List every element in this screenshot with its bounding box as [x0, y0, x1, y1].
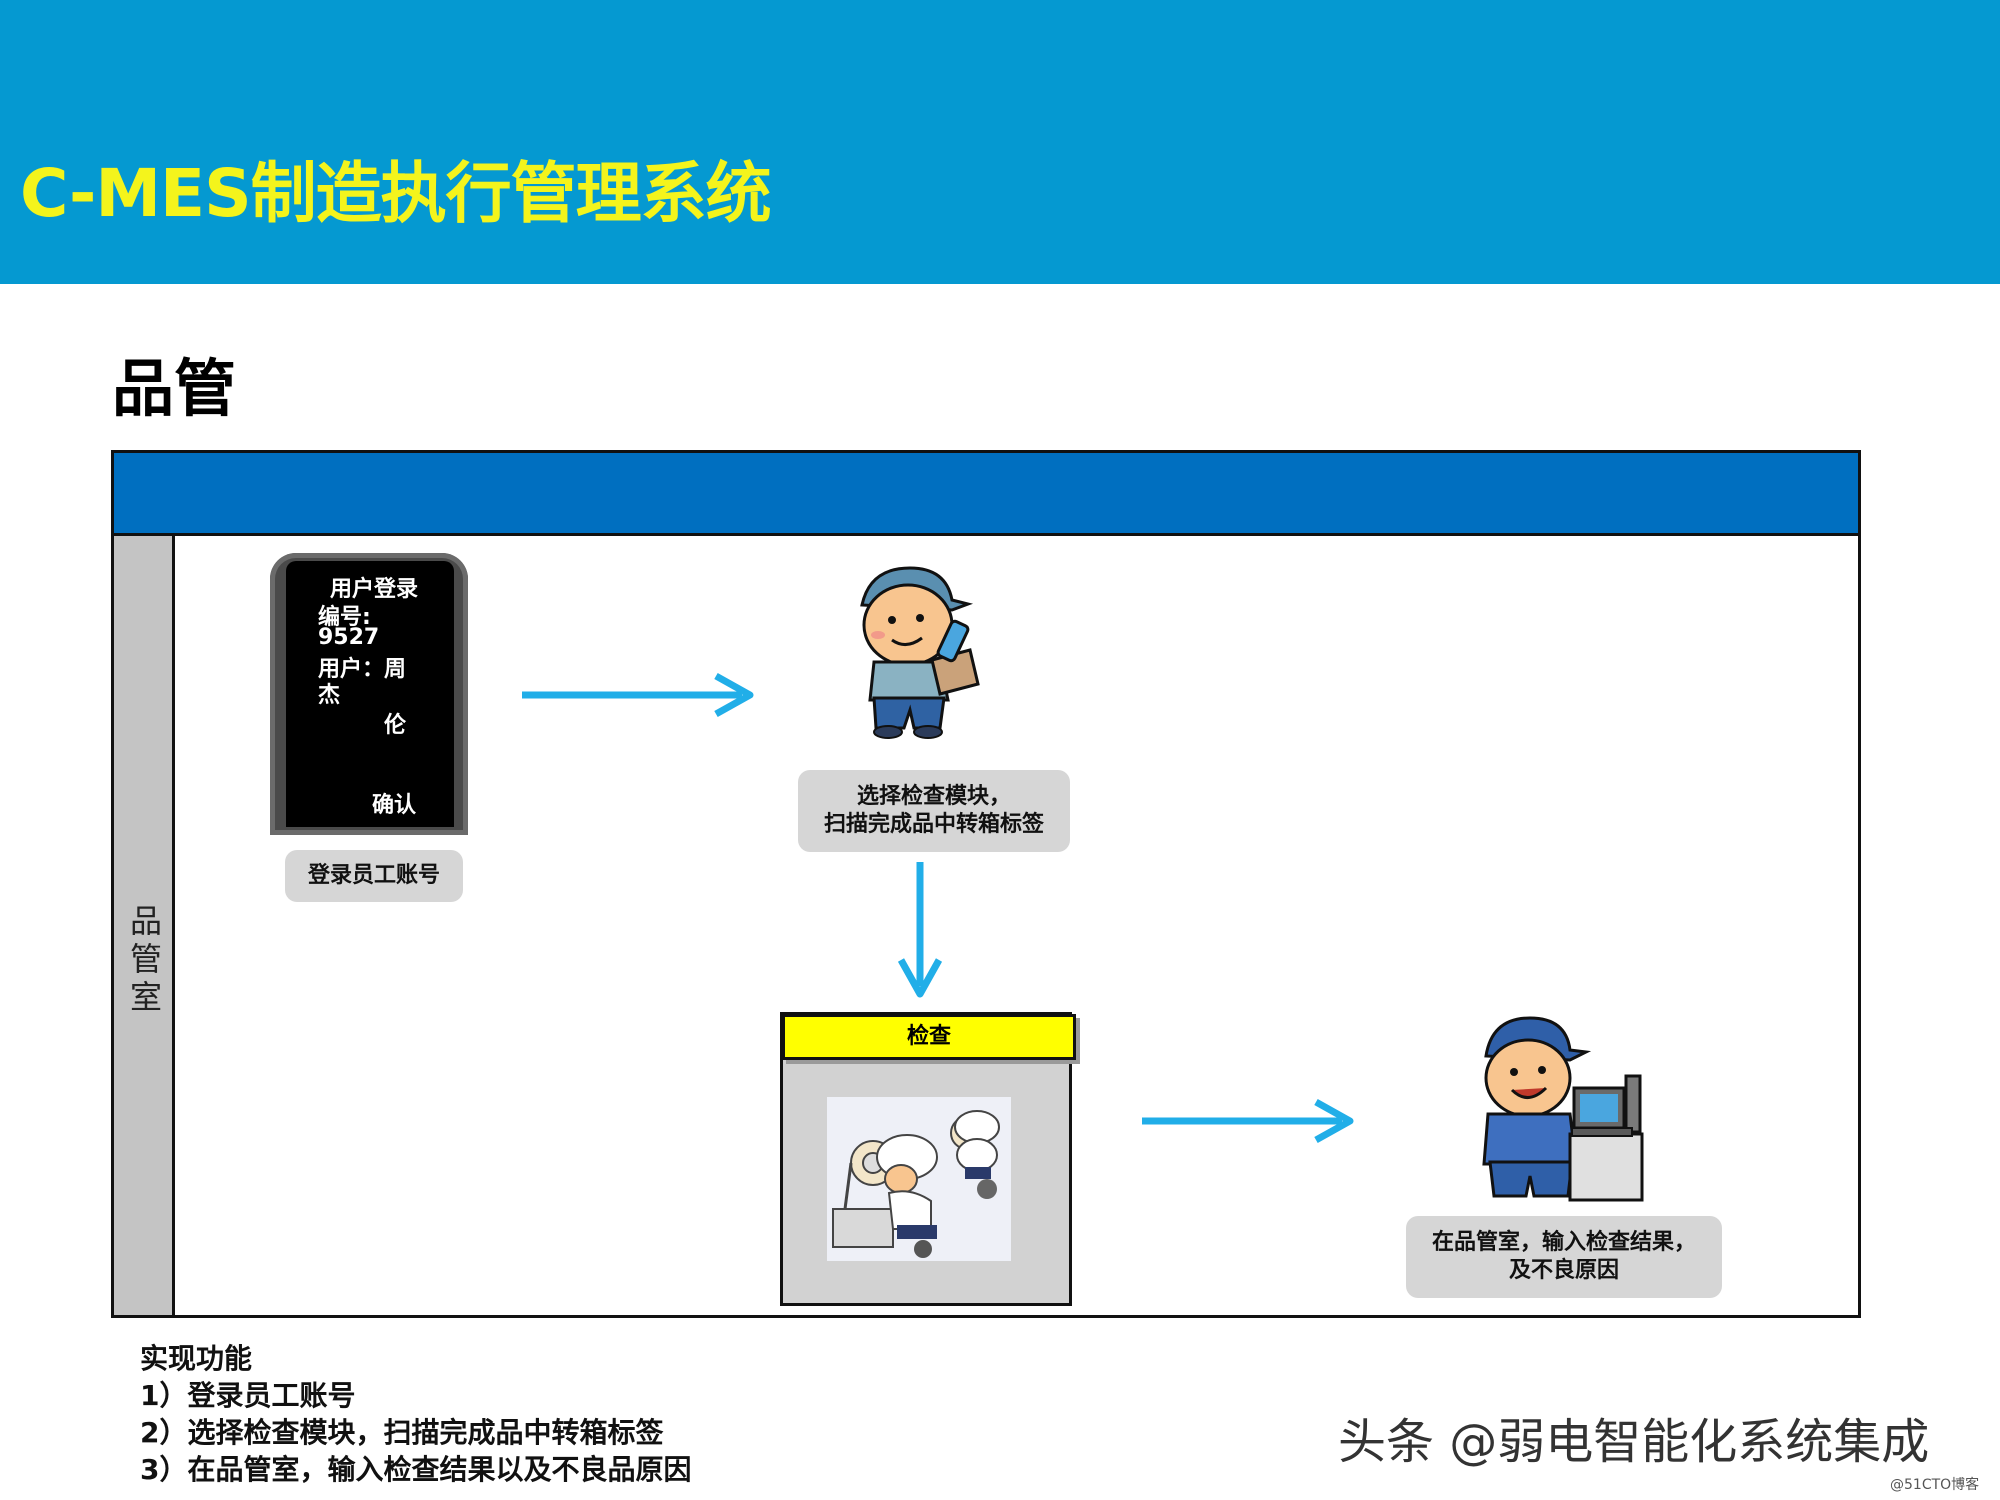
section-title: 品管: [112, 352, 237, 425]
caption-select-line1: 选择检查模块，: [856, 784, 1011, 809]
caption-select-module: 选择检查模块， 扫描完成品中转箱标签: [798, 770, 1070, 852]
swimlane-header-bar: [114, 453, 1858, 536]
function-item: 1）登录员工账号: [140, 1379, 356, 1412]
phone-screen: 用户登录 编号: 9527 用户：周 杰 伦 确认: [286, 561, 454, 827]
screen-user-name-1: 杰: [318, 683, 341, 708]
lane-label-char: 品: [129, 902, 162, 940]
inspection-workers-icon: [827, 1097, 1011, 1261]
caption-select-line2: 扫描完成品中转箱标签: [823, 812, 1044, 837]
lane-label: 品 管 室: [117, 902, 175, 1016]
caption-login: 登录员工账号: [285, 850, 463, 902]
worker-computer-icon: [1482, 1016, 1644, 1202]
caption-login-text: 登录员工账号: [307, 863, 440, 888]
screen-id-value: 9527: [318, 625, 380, 650]
functions-list: 实现功能 1）登录员工账号 2）选择检查模块，扫描完成品中转箱标签 3）在品管室…: [140, 1340, 692, 1488]
credit: @51CTO博客: [1890, 1477, 1980, 1493]
watermark: 头条 @弱电智能化系统集成: [1338, 1414, 1930, 1470]
inspection-header: 检查: [782, 1014, 1076, 1060]
inspection-step-box: 检查: [780, 1012, 1076, 1306]
title-banner: C-MES制造执行管理系统: [0, 0, 2000, 284]
lane-label-char: 室: [129, 978, 162, 1016]
worker-scanner-icon: [860, 566, 980, 739]
function-item: 2）选择检查模块，扫描完成品中转箱标签: [140, 1416, 664, 1449]
inspection-photo: [827, 1097, 1011, 1261]
arrow-right-icon: [522, 672, 754, 718]
lane-label-char: 管: [129, 940, 162, 978]
screen-user-name-2: 伦: [384, 713, 407, 738]
caption-result-line1: 在品管室，输入检查结果，: [1431, 1230, 1696, 1255]
arrow-down-icon: [897, 862, 943, 998]
screen-confirm-button[interactable]: 确认: [372, 787, 416, 819]
phone-icon: 用户登录 编号: 9527 用户：周 杰 伦 确认: [270, 553, 468, 835]
caption-input-result: 在品管室，输入检查结果， 及不良原因: [1406, 1216, 1722, 1298]
arrow-right-icon: [1142, 1098, 1354, 1144]
functions-heading: 实现功能: [140, 1342, 253, 1375]
function-item: 3）在品管室，输入检查结果以及不良品原因: [140, 1453, 692, 1486]
caption-result-line2: 及不良原因: [1508, 1258, 1619, 1283]
page-title: C-MES制造执行管理系统: [20, 155, 772, 232]
